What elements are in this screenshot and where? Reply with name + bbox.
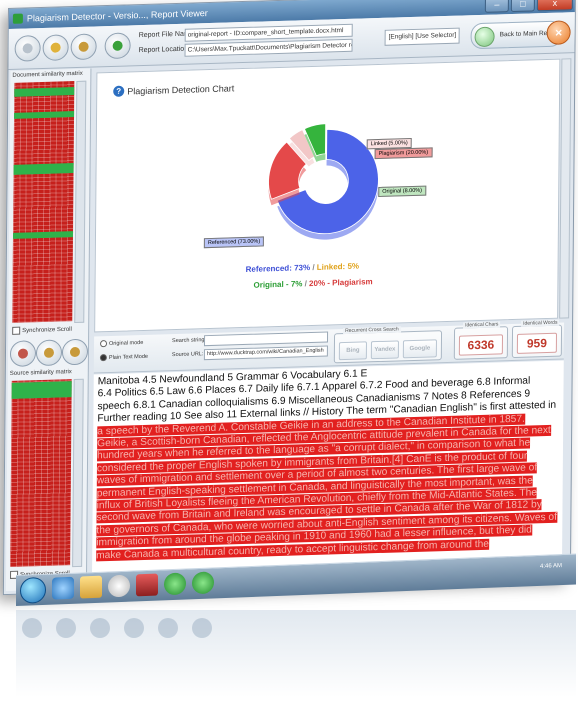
yandex-search-button[interactable]: Yandex	[370, 340, 399, 360]
matrix-match-band	[12, 231, 74, 239]
left-pane: Document similarity matrix Synchronize S…	[5, 68, 92, 592]
source-matrix-label: Source similarity matrix	[9, 369, 72, 377]
screenshot-stage: Plagiarism Detector - Versio..., Report …	[0, 0, 578, 719]
gear-icon	[78, 41, 89, 52]
plain-text-mode-radio[interactable]: Plain Text Mode	[99, 353, 148, 362]
legend-original: Original - 7%	[253, 279, 303, 290]
original-mode-label: Original mode	[109, 339, 144, 347]
play-icon	[112, 40, 123, 51]
reflection-shape	[22, 618, 42, 638]
report-location-label: Report Location:	[138, 45, 190, 55]
pane-button-3[interactable]	[61, 338, 89, 366]
report-location-field[interactable]: C:\Users\Max.Tpuckatt\Documents\Plagiari…	[184, 38, 353, 57]
identical-chars-group: Identical Chars 6336	[453, 321, 509, 360]
identical-words-count: 959	[516, 332, 558, 354]
folder-icon	[22, 43, 33, 54]
document-similarity-matrix[interactable]	[12, 81, 75, 323]
ie-icon[interactable]	[52, 576, 74, 600]
system-tray-clock[interactable]: 4:46 AM	[540, 563, 562, 570]
identical-words-label: Identical Words	[521, 319, 560, 327]
identical-chars-label: Identical Chars	[463, 321, 501, 329]
matrix-match-band	[14, 111, 75, 119]
radio-dot	[99, 354, 107, 362]
close-report-button[interactable]: ×	[546, 20, 571, 46]
play-button[interactable]	[104, 32, 131, 60]
language-select[interactable]: [English] [Use Selector]	[384, 27, 460, 46]
plain-text-mode-label: Plain Text Mode	[108, 353, 148, 361]
identical-chars-count: 6336	[458, 334, 504, 356]
callout-original: Original (8.00%)	[378, 185, 427, 198]
pie-chart	[268, 123, 379, 240]
search-engines-group: Recurrent Cross Search Bing Yandex Googl…	[333, 326, 443, 364]
original-mode-radio[interactable]: Original mode	[100, 339, 144, 348]
reflection	[16, 610, 576, 719]
app-icon	[12, 13, 23, 24]
pane-button-1[interactable]	[9, 340, 37, 367]
gear-icon	[43, 347, 55, 358]
bing-search-button[interactable]: Bing	[338, 341, 367, 361]
legend-plagiarism: 20% - Plagiarism	[309, 277, 373, 289]
reflection-shape	[124, 618, 144, 638]
maximize-button[interactable]: □	[510, 0, 535, 13]
reflection-shape	[90, 618, 110, 638]
google-search-button[interactable]: Google	[402, 339, 437, 359]
source-url-label: Source URL:	[171, 351, 204, 359]
source-similarity-matrix[interactable]	[10, 379, 72, 567]
chart-scrollbar[interactable]	[559, 58, 572, 319]
matrix-match-band	[14, 87, 75, 97]
open-button[interactable]	[14, 35, 41, 62]
source-url-field[interactable]: http://www.ducktrap.com/wiki/Canadian_En…	[203, 345, 328, 361]
doc-sync-scroll[interactable]: Synchronize Scroll	[12, 325, 72, 335]
search-group-label: Recurrent Cross Search	[343, 326, 401, 335]
save-icon[interactable]	[136, 573, 158, 597]
document-text: Manitoba 4.5 Newfoundland 5 Grammar 6 Vo…	[92, 361, 564, 565]
media-player-icon[interactable]	[108, 574, 130, 598]
legend-referenced: Referenced: 73%	[245, 263, 311, 274]
folder-icon[interactable]	[80, 575, 102, 599]
callout-plagiarism: Plagiarism (20.00%)	[374, 147, 433, 160]
sync-checkbox[interactable]	[12, 326, 21, 335]
sync-label: Synchronize Scroll	[22, 326, 72, 335]
identical-words-group: Identical Words 959	[511, 319, 563, 359]
source-matrix-scrollbar[interactable]	[72, 378, 84, 568]
plagiarism-app-icon[interactable]	[164, 572, 186, 596]
start-button[interactable]	[20, 576, 46, 604]
reflection-shape	[158, 618, 178, 638]
window-close-button[interactable]: x	[536, 0, 573, 12]
minimize-button[interactable]: –	[484, 0, 509, 13]
window-controls: – □ x	[484, 0, 573, 13]
callout-referenced: Referenced (73.00%)	[203, 236, 265, 249]
back-arrow-icon	[474, 26, 495, 48]
document-text-panel[interactable]: Manitoba 4.5 Newfoundland 5 Grammar 6 Vo…	[91, 360, 564, 583]
stop-icon	[17, 348, 29, 359]
doc-matrix-scrollbar[interactable]	[74, 80, 87, 324]
search-string-label: Search string:	[172, 337, 207, 345]
doc-matrix-label: Document similarity matrix	[12, 70, 83, 79]
reflection-icons	[22, 618, 212, 638]
refresh-icon	[50, 42, 61, 53]
search-string-input[interactable]	[203, 331, 329, 347]
settings-button[interactable]	[70, 33, 97, 61]
pane-button-2[interactable]	[35, 339, 63, 367]
refresh-button[interactable]	[42, 34, 69, 61]
reflection-shape	[56, 618, 76, 638]
matrix-match-band	[11, 381, 72, 399]
plagiarism-app-icon[interactable]	[192, 571, 214, 595]
gear-icon	[69, 346, 81, 358]
reflection-shape	[192, 618, 212, 638]
chart-panel: ? Plagiarism Detection Chart Linked (5.0…	[94, 58, 561, 333]
matrix-match-band	[13, 163, 74, 175]
app-window: Plagiarism Detector - Versio..., Report …	[2, 0, 576, 596]
radio-dot	[100, 340, 108, 348]
legend-linked: Linked: 5%	[316, 261, 360, 272]
plagiarism-highlight[interactable]: a speech by the Reverend A. Constable Ge…	[96, 413, 558, 562]
